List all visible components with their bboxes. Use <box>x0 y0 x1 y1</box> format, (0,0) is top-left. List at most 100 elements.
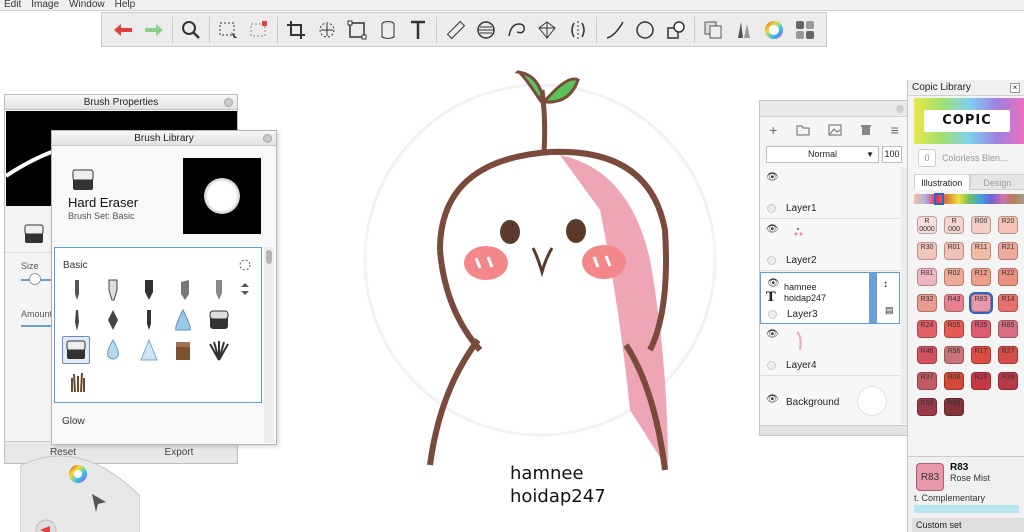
copic-swatch[interactable]: R85 <box>998 320 1018 338</box>
brush-marker[interactable] <box>171 276 199 304</box>
layer-menu-icon[interactable]: ≡ <box>891 122 899 138</box>
complementary-bar[interactable] <box>914 505 1019 513</box>
copy-button[interactable] <box>698 14 728 45</box>
layer-select-radio[interactable] <box>767 256 776 265</box>
color-wheel-button[interactable] <box>759 14 789 45</box>
trash-icon[interactable] <box>860 124 872 136</box>
french-curve-button[interactable] <box>501 14 531 45</box>
copic-swatch[interactable]: R02 <box>944 268 964 286</box>
copic-swatch[interactable]: R 0000 <box>917 216 937 234</box>
colorless-blender-row[interactable]: 0 Colorless Blen... <box>918 148 1008 168</box>
copic-swatch[interactable]: R43 <box>944 294 964 312</box>
copic-swatch[interactable]: R83 <box>969 292 993 314</box>
copic-swatch[interactable]: R32 <box>917 294 937 312</box>
copic-swatch[interactable]: R12 <box>971 268 991 286</box>
copic-swatch[interactable]: R24 <box>917 320 937 338</box>
clear-select-button[interactable] <box>244 14 274 45</box>
brush-ballpoint[interactable] <box>135 276 163 304</box>
canvas-artwork[interactable] <box>330 60 750 520</box>
folder-icon[interactable] <box>796 124 810 136</box>
copic-swatch[interactable]: R00 <box>971 216 991 234</box>
brush-hard-eraser[interactable] <box>62 336 90 364</box>
brush-bristle[interactable] <box>63 368 91 396</box>
brush-hard-eraser-alt[interactable] <box>205 306 233 334</box>
colorless-chip[interactable]: 0 <box>918 149 936 167</box>
brush-paintbrush[interactable] <box>63 306 91 334</box>
redo-button[interactable] <box>138 14 168 45</box>
current-color-chip[interactable]: R83 <box>916 463 944 491</box>
close-icon[interactable] <box>896 105 904 113</box>
brush-texture[interactable] <box>169 336 197 364</box>
brush-water[interactable] <box>99 336 127 364</box>
lasso-move-button[interactable] <box>312 14 342 45</box>
background-color-swatch[interactable] <box>857 386 887 416</box>
eye-icon[interactable]: 👁 <box>766 224 779 235</box>
brush-library-scrollbar[interactable] <box>264 247 274 443</box>
tab-illustration[interactable]: Illustration <box>914 174 970 190</box>
stroke-button[interactable] <box>600 14 630 45</box>
brush-felt-tip[interactable] <box>205 276 233 304</box>
layers-titlebar[interactable] <box>760 101 908 117</box>
blend-mode-select[interactable]: Normal ▼ <box>766 145 879 163</box>
brush-airbrush[interactable] <box>169 306 197 334</box>
size-slider-handle[interactable] <box>29 273 41 285</box>
menu-help[interactable]: Help <box>115 0 136 10</box>
eye-icon[interactable]: 👁 <box>766 172 779 183</box>
scrollbar-thumb[interactable] <box>266 250 272 264</box>
close-icon[interactable]: × <box>1010 83 1020 93</box>
copic-swatch[interactable]: R01 <box>944 242 964 260</box>
copic-swatch[interactable]: R 000 <box>944 216 964 234</box>
add-layer-icon[interactable]: + <box>769 122 777 138</box>
rect-select-button[interactable] <box>213 14 243 45</box>
copic-swatch[interactable]: R59 <box>917 398 937 416</box>
copic-library-titlebar[interactable]: Copic Library × <box>908 80 1024 96</box>
copic-swatch[interactable]: R20 <box>998 216 1018 234</box>
close-icon[interactable] <box>263 134 272 143</box>
copic-swatch[interactable]: R05 <box>944 320 964 338</box>
crop-button[interactable] <box>281 14 311 45</box>
layer-row-4[interactable]: 👁 Layer4 <box>760 324 900 376</box>
layer-row-background[interactable]: 👁 Background <box>760 376 900 428</box>
copic-swatch[interactable]: R17 <box>971 346 991 364</box>
copic-swatch[interactable]: R35 <box>971 320 991 338</box>
eye-icon[interactable]: 👁 <box>767 278 780 289</box>
copic-swatch[interactable]: R08 <box>944 372 964 390</box>
amount-slider-track[interactable] <box>21 325 51 327</box>
eye-icon[interactable]: 👁 <box>766 394 779 405</box>
hue-family-strip[interactable] <box>914 193 1024 205</box>
layer-select-radio[interactable] <box>767 204 776 213</box>
copic-swatch[interactable]: R46 <box>917 346 937 364</box>
brush-library-title[interactable]: Brush Library <box>52 131 276 146</box>
layer-select-radio[interactable] <box>768 310 777 319</box>
copic-swatch[interactable]: R89 <box>944 398 964 416</box>
copic-swatch[interactable]: R30 <box>917 242 937 260</box>
custom-set-button[interactable]: Custom set <box>912 518 1024 532</box>
oval-button[interactable] <box>630 14 660 45</box>
brush-fan[interactable] <box>205 336 233 364</box>
eye-icon[interactable]: 👁 <box>766 329 779 340</box>
layer-row-2[interactable]: 👁 Layer2 <box>760 219 900 271</box>
layer-reorder-icon[interactable]: ↕ <box>883 279 888 290</box>
tab-design[interactable]: Design <box>969 174 1024 190</box>
lagoon-radial-menu[interactable] <box>20 446 140 532</box>
sort-arrows-icon[interactable] <box>239 282 251 296</box>
copic-swatch[interactable]: R27 <box>998 346 1018 364</box>
brush-technical-pen[interactable] <box>99 276 127 304</box>
brush-pencil[interactable] <box>63 276 91 304</box>
menu-image[interactable]: Image <box>31 0 59 10</box>
copic-swatch[interactable]: R29 <box>971 372 991 390</box>
zoom-button[interactable] <box>176 14 206 45</box>
opacity-field[interactable]: 100 <box>882 145 902 163</box>
copic-swatch[interactable]: R39 <box>998 372 1018 390</box>
brush-library-button[interactable] <box>729 14 759 45</box>
copic-swatch[interactable]: R81 <box>917 268 937 286</box>
undo-button[interactable] <box>108 14 138 45</box>
ellipse-guide-button[interactable] <box>471 14 501 45</box>
layer-row-3[interactable]: 👁 T hamnee hoidap247 Layer3 ↕ ▤ <box>760 272 900 324</box>
distort-button[interactable] <box>342 14 372 45</box>
copic-swatch[interactable]: R14 <box>998 294 1018 312</box>
layers-resize-bar[interactable] <box>760 425 908 435</box>
copic-swatch[interactable]: R11 <box>971 242 991 260</box>
brush-properties-title[interactable]: Brush Properties <box>5 95 237 110</box>
brush-ink-pen[interactable] <box>99 306 127 334</box>
